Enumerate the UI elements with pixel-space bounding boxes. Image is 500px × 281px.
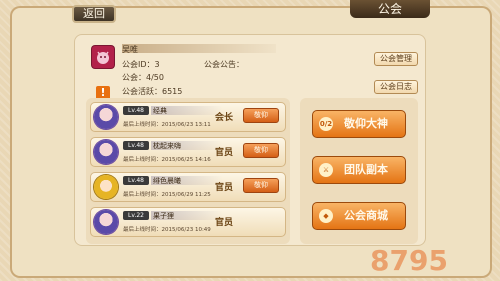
member-level: Lv.22: [123, 211, 149, 220]
guild-emblem-icon: [92, 46, 114, 68]
guild-panel: 吴唯 公会ID：3 公会：4/50 ! 公会活跃：6515 公会公告： 公会管理…: [74, 34, 426, 246]
member-level: Lv.48: [123, 106, 149, 115]
member-row[interactable]: Lv.48 绯色晨曦 最后上线时间：2015/06/29 11:25 官员 敬仰: [90, 172, 286, 202]
member-avatar: [94, 210, 118, 234]
member-row[interactable]: Lv.48 经典 最后上线时间：2015/06/23 13:11 会长 敬仰: [90, 102, 286, 132]
guild-name-bar: [122, 44, 276, 53]
member-rank: 官员: [215, 218, 234, 228]
guild-member-count: 公会：4/50: [122, 73, 164, 82]
shop-button[interactable]: ◆ 公会商城: [312, 202, 406, 230]
guild-notice-label: 公会公告：: [204, 60, 244, 69]
member-avatar: [94, 175, 118, 199]
member-rank: 官员: [215, 148, 234, 158]
page-title: 公会: [350, 0, 430, 18]
guild-log-button[interactable]: 公会日志: [374, 80, 418, 94]
action-panel: 0/2 敬仰大神 ⚔ 团队副本 ◆ 公会商城: [300, 98, 418, 244]
member-last-login: 最后上线时间：2015/06/25 14:16: [123, 157, 211, 163]
guild-manage-button[interactable]: 公会管理: [374, 52, 418, 66]
member-last-login: 最后上线时间：2015/06/29 11:25: [123, 192, 211, 198]
member-name: 果子狸: [153, 212, 174, 220]
guild-id: 公会ID：3: [122, 60, 160, 69]
member-avatar: [94, 140, 118, 164]
guild-activity: 公会活跃：6515: [122, 87, 183, 96]
member-row[interactable]: Lv.48 枕起来嗨 最后上线时间：2015/06/25 14:16 官员 敬仰: [90, 137, 286, 167]
member-name: 经典: [153, 107, 167, 115]
salute-button[interactable]: 敬仰: [243, 143, 279, 158]
raid-button[interactable]: ⚔ 团队副本: [312, 156, 406, 184]
shop-label: 公会商城: [344, 209, 388, 222]
member-last-login: 最后上线时间：2015/06/23 13:11: [123, 122, 211, 128]
member-list[interactable]: Lv.48 经典 最后上线时间：2015/06/23 13:11 会长 敬仰 L…: [86, 98, 290, 244]
salute-button[interactable]: 敬仰: [243, 108, 279, 123]
site-watermark: 8795: [370, 244, 448, 277]
shop-icon: ◆: [319, 209, 333, 223]
member-level: Lv.48: [123, 141, 149, 150]
worship-button[interactable]: 0/2 敬仰大神: [312, 110, 406, 138]
raid-label: 团队副本: [344, 163, 388, 176]
raid-icon: ⚔: [319, 163, 333, 177]
worship-label: 敬仰大神: [344, 117, 388, 130]
guild-info: 吴唯 公会ID：3 公会：4/50 ! 公会活跃：6515 公会公告： 公会管理…: [88, 42, 418, 100]
back-button[interactable]: 返回: [72, 5, 116, 23]
member-avatar: [94, 105, 118, 129]
member-rank: 会长: [215, 113, 234, 123]
worship-badge-icon: 0/2: [319, 117, 333, 131]
member-name: 绯色晨曦: [153, 177, 181, 185]
member-last-login: 最后上线时间：2015/06/23 10:49: [123, 227, 211, 233]
salute-button[interactable]: 敬仰: [243, 178, 279, 193]
member-name: 枕起来嗨: [153, 142, 181, 150]
member-row[interactable]: Lv.22 果子狸 最后上线时间：2015/06/23 10:49 官员: [90, 207, 286, 237]
member-rank: 官员: [215, 183, 234, 193]
member-level: Lv.48: [123, 176, 149, 185]
guild-name: 吴唯: [122, 45, 138, 54]
